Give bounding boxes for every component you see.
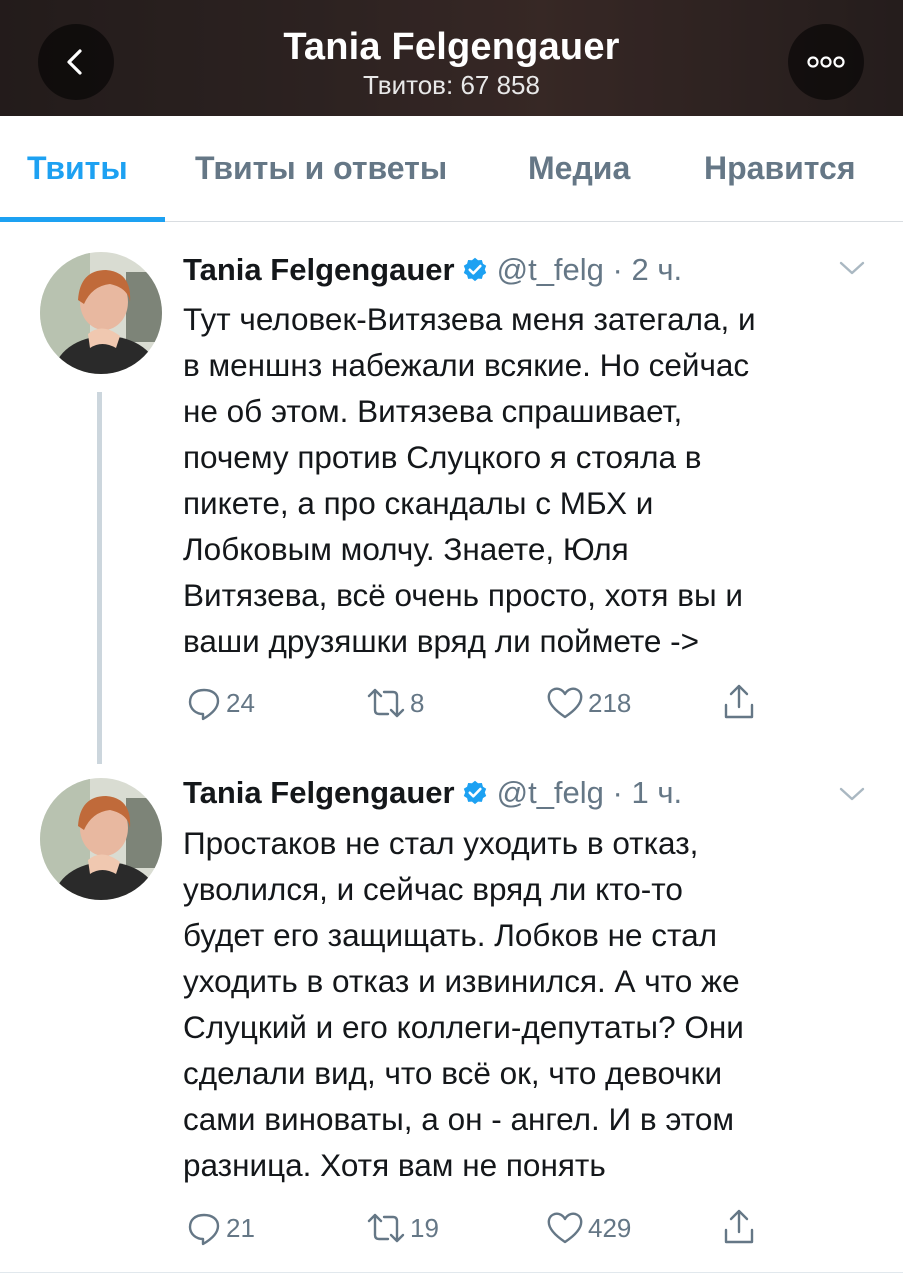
like-count: 218 (588, 687, 632, 718)
reply-count: 21 (226, 1212, 255, 1243)
tweet-text-line: уходить в отказ и извинился. А что же (183, 963, 740, 999)
tweet-text-line: почему против Слуцкого я стояла в (183, 439, 702, 475)
reply-button[interactable]: 21 (186, 1210, 255, 1246)
author-handle[interactable]: @t_felg (497, 775, 604, 810)
tweet-text-line: в меншнз набежали всякие. Но сейчас (183, 347, 750, 383)
profile-header: Tania Felgengauer Твитов: 67 858 (0, 0, 903, 116)
tweet-text-line: Лобковым молчу. Знаете, Юля (183, 531, 629, 567)
tab-likes[interactable]: Нравится (704, 150, 856, 187)
tweet-text-line: Простаков не стал уходить в отказ, (183, 825, 699, 861)
verified-badge-icon (463, 780, 486, 805)
separator-dot: · (612, 252, 623, 287)
active-tab-indicator (0, 217, 165, 222)
tweet-text-line: ваши друзяшки вряд ли поймете -> (183, 623, 700, 659)
profile-name-title: Tania Felgengauer (283, 26, 620, 68)
author-name[interactable]: Tania Felgengauer (183, 775, 455, 810)
tweet-text-line: пикете, а про скандалы с МБХ и (183, 485, 654, 521)
separator-dot: · (612, 775, 623, 810)
retweet-count: 19 (410, 1212, 439, 1243)
reply-count: 24 (226, 687, 255, 718)
reply-icon (188, 688, 220, 721)
tweet-header: Tania Felgengauer @t_felg · 1 ч. (183, 775, 682, 811)
like-button[interactable]: 218 (546, 685, 631, 721)
chevron-down-icon[interactable] (838, 258, 866, 278)
retweet-icon (367, 688, 405, 718)
tweet-time[interactable]: 1 ч. (632, 775, 683, 810)
tweet-count: Твитов: 67 858 (363, 70, 540, 100)
tab-tweets[interactable]: Твиты (27, 150, 128, 187)
heart-icon (547, 687, 583, 719)
verified-badge-icon (463, 257, 486, 282)
tweet-text-line: сами виноваты, а он - ангел. И в этом (183, 1101, 735, 1137)
tweet-text: Тут человек-Витязева меня затегала, и в … (183, 296, 883, 664)
tweet-time[interactable]: 2 ч. (632, 252, 683, 287)
share-icon (724, 1209, 754, 1244)
like-count: 429 (588, 1212, 632, 1243)
retweet-button[interactable]: 19 (366, 1210, 439, 1246)
tweet-text-line: Витязева, всё очень просто, хотя вы и (183, 577, 743, 613)
tweet-text: Простаков не стал уходить в отказ, уволи… (183, 820, 883, 1188)
avatar[interactable] (40, 778, 162, 900)
tweet-text-line: сделали вид, что всё ок, что девочки (183, 1055, 723, 1091)
like-button[interactable]: 429 (546, 1210, 631, 1246)
retweet-icon (367, 1213, 405, 1243)
share-button[interactable] (722, 1208, 756, 1246)
tweet-text-line: не об этом. Витязева спрашивает, (183, 393, 683, 429)
reply-button[interactable]: 24 (186, 685, 255, 721)
tab-media[interactable]: Медиа (528, 150, 630, 187)
share-button[interactable] (722, 683, 756, 721)
tweet-text-line: Слуцкий и его коллеги-депутаты? Они (183, 1009, 744, 1045)
thread-line (97, 392, 102, 764)
author-name[interactable]: Tania Felgengauer (183, 252, 455, 287)
tweet-text-line: разница. Хотя вам не понять (183, 1147, 606, 1183)
tweet-text-line: будет его защищать. Лобков не стал (183, 917, 717, 953)
share-icon (724, 684, 754, 719)
profile-tabs: Твиты Твиты и ответы Медиа Нравится (0, 116, 903, 222)
retweet-button[interactable]: 8 (366, 685, 424, 721)
tweet-text-line: Тут человек-Витязева меня затегала, и (183, 301, 756, 337)
heart-icon (547, 1212, 583, 1244)
more-button[interactable] (788, 24, 864, 100)
retweet-count: 8 (410, 687, 425, 718)
reply-icon (188, 1213, 220, 1246)
author-handle[interactable]: @t_felg (497, 252, 604, 287)
avatar[interactable] (40, 252, 162, 374)
tab-tweets-and-replies[interactable]: Твиты и ответы (195, 150, 447, 187)
more-dots-icon (807, 56, 845, 68)
divider (0, 1272, 903, 1273)
tweet-text-line: уволился, и сейчас вряд ли кто-то (183, 871, 683, 907)
chevron-down-icon[interactable] (838, 784, 866, 804)
tweet-header: Tania Felgengauer @t_felg · 2 ч. (183, 252, 682, 288)
